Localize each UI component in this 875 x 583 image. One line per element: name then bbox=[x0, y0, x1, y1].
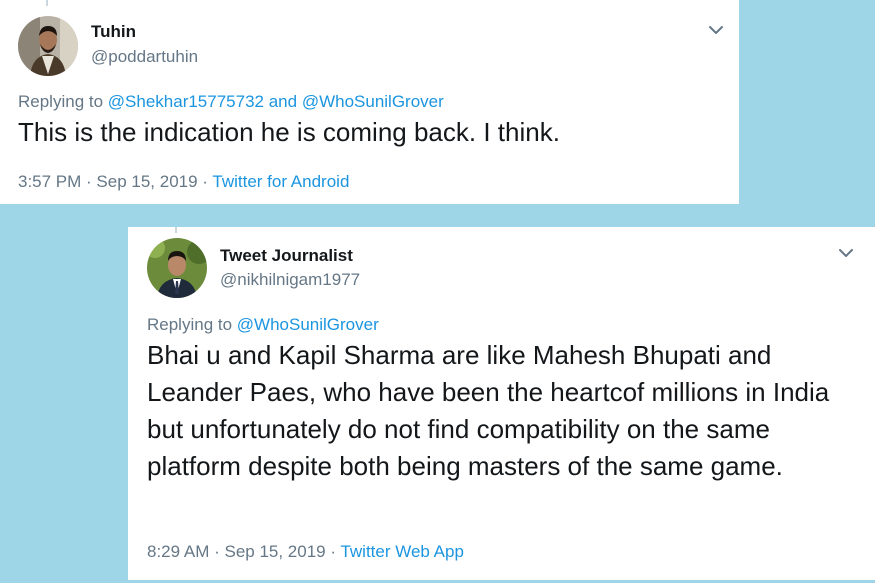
separator: · bbox=[209, 542, 225, 561]
tweet-time[interactable]: 3:57 PM bbox=[18, 172, 81, 191]
tweet-text: Bhai u and Kapil Sharma are like Mahesh … bbox=[147, 340, 830, 481]
avatar[interactable] bbox=[18, 16, 78, 76]
separator: · bbox=[197, 172, 213, 191]
replying-prefix: Replying to bbox=[18, 92, 108, 111]
tweet-source-link[interactable]: Twitter for Android bbox=[212, 172, 349, 191]
tweet-card[interactable]: Tuhin @poddartuhin Replying to @Shekhar1… bbox=[0, 0, 739, 204]
tweet-card[interactable]: Tweet Journalist @nikhilnigam1977 Replyi… bbox=[128, 227, 875, 580]
thread-line bbox=[175, 227, 177, 233]
tweet-meta: 8:29 AM · Sep 15, 2019 · Twitter Web App bbox=[147, 542, 464, 562]
separator: · bbox=[81, 172, 97, 191]
replying-prefix: Replying to bbox=[147, 315, 237, 334]
reply-mention-link[interactable]: @Shekhar15775732 bbox=[108, 92, 264, 111]
replying-to: Replying to @WhoSunilGrover bbox=[147, 315, 379, 335]
reply-mention-link[interactable]: @WhoSunilGrover bbox=[302, 92, 444, 111]
display-name[interactable]: Tuhin bbox=[91, 22, 136, 42]
user-handle[interactable]: @poddartuhin bbox=[91, 47, 198, 67]
reply-joiner: and bbox=[264, 92, 302, 111]
thread-line bbox=[46, 0, 48, 6]
user-handle[interactable]: @nikhilnigam1977 bbox=[220, 270, 360, 290]
reply-mention-link[interactable]: @WhoSunilGrover bbox=[237, 315, 379, 334]
avatar[interactable] bbox=[147, 238, 207, 298]
display-name[interactable]: Tweet Journalist bbox=[220, 246, 353, 266]
separator: · bbox=[325, 542, 341, 561]
chevron-down-icon[interactable] bbox=[837, 244, 855, 262]
tweet-source-link[interactable]: Twitter Web App bbox=[340, 542, 463, 561]
tweet-meta: 3:57 PM · Sep 15, 2019 · Twitter for And… bbox=[18, 172, 349, 192]
tweet-date[interactable]: Sep 15, 2019 bbox=[96, 172, 197, 191]
tweet-time[interactable]: 8:29 AM bbox=[147, 542, 209, 561]
replying-to: Replying to @Shekhar15775732 and @WhoSun… bbox=[18, 92, 444, 112]
chevron-down-icon[interactable] bbox=[707, 21, 725, 39]
tweet-date[interactable]: Sep 15, 2019 bbox=[224, 542, 325, 561]
tweet-text: This is the indication he is coming back… bbox=[18, 117, 560, 147]
